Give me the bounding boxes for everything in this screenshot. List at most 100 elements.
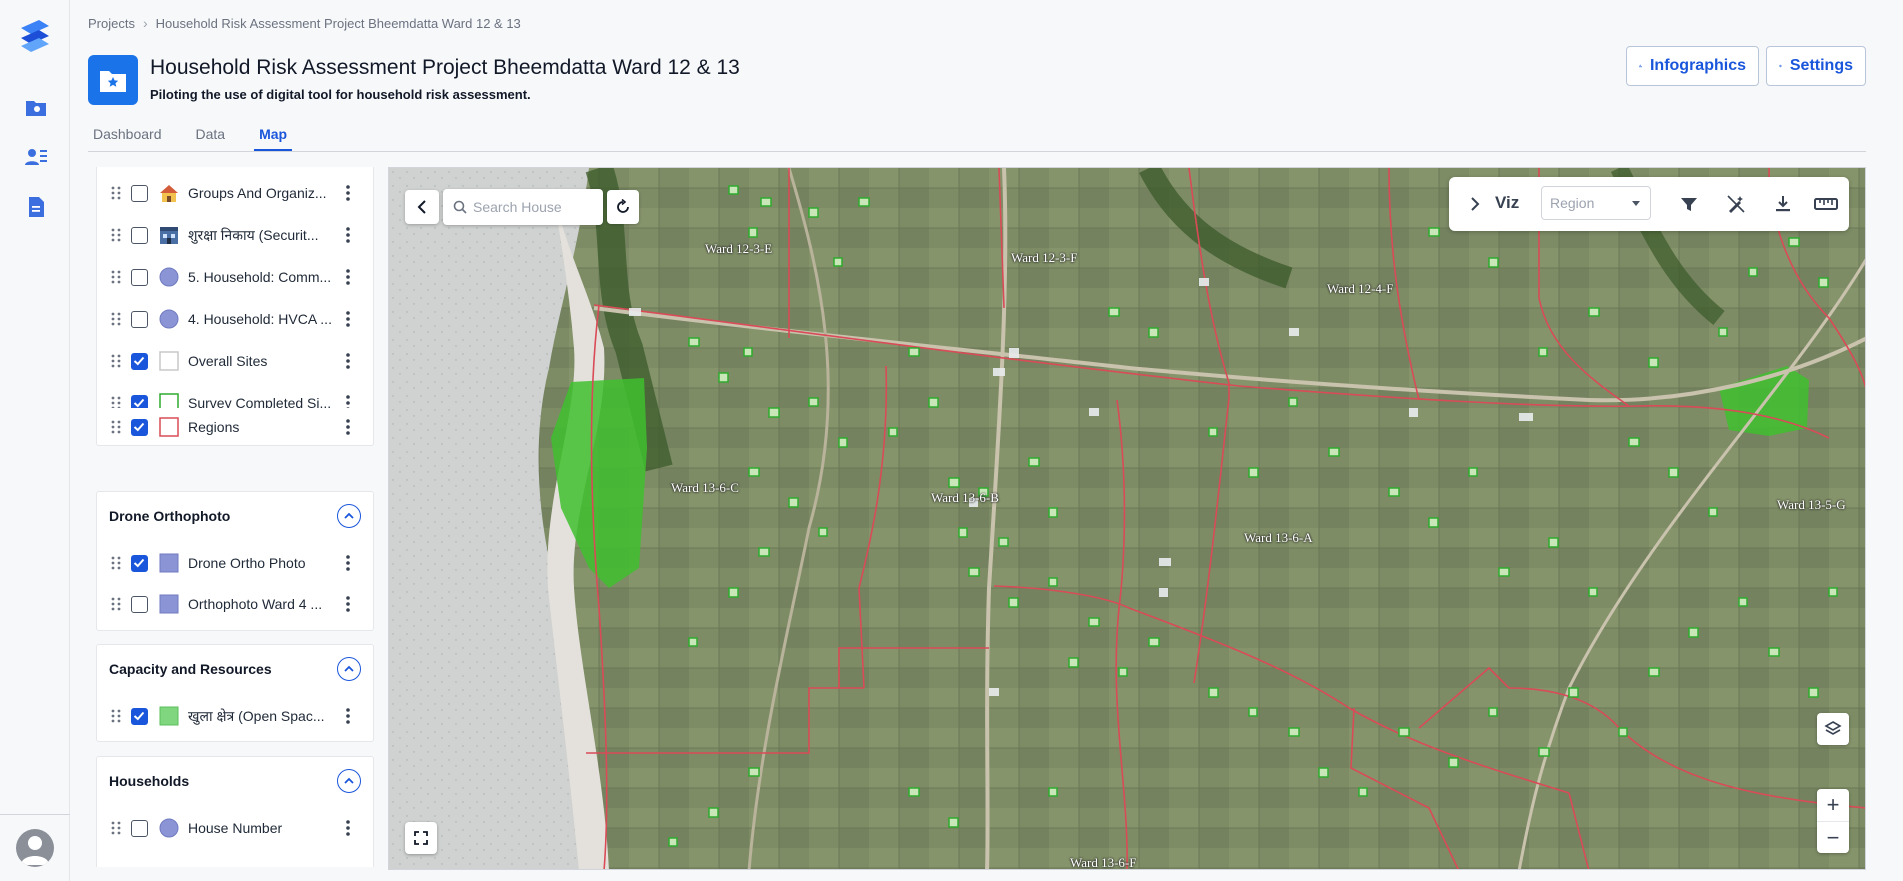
drag-handle-icon[interactable] bbox=[111, 312, 121, 326]
more-vert-icon[interactable] bbox=[345, 819, 351, 837]
projects-folder-icon[interactable] bbox=[24, 96, 48, 120]
layer-checkbox[interactable] bbox=[131, 268, 148, 286]
drone-orthophoto-card: Drone Orthophoto Drone Ortho Photo Ortho… bbox=[96, 491, 374, 631]
drag-handle-icon[interactable] bbox=[111, 228, 121, 242]
orthophoto-basemap bbox=[389, 168, 1865, 869]
more-vert-icon[interactable] bbox=[345, 184, 351, 202]
zoom-out-button[interactable]: − bbox=[1817, 821, 1849, 853]
more-vert-icon[interactable] bbox=[345, 554, 351, 572]
document-icon[interactable] bbox=[24, 195, 48, 219]
layer-checkbox-checked[interactable] bbox=[131, 352, 148, 370]
drag-handle-icon[interactable] bbox=[111, 420, 121, 434]
drag-handle-icon[interactable] bbox=[111, 354, 121, 368]
search-icon bbox=[453, 200, 467, 214]
map-canvas[interactable]: Ward 12-3-E Ward 12-3-F Ward 12-4-F Ward… bbox=[388, 167, 1866, 870]
viz-select-value: Region bbox=[1550, 195, 1595, 211]
drag-handle-icon[interactable] bbox=[111, 270, 121, 284]
layer-checkbox[interactable] bbox=[131, 226, 148, 244]
download-icon[interactable] bbox=[1772, 193, 1794, 215]
layer-checkbox[interactable] bbox=[131, 819, 148, 837]
drag-handle-icon[interactable] bbox=[111, 186, 121, 200]
drag-handle-icon[interactable] bbox=[111, 597, 121, 611]
layer-row: शुरक्षा निकाय (Securit... bbox=[97, 220, 374, 250]
tab-data[interactable]: Data bbox=[191, 124, 231, 151]
ward-label: Ward 13-5-G bbox=[1777, 497, 1846, 512]
chevron-up-icon bbox=[344, 512, 354, 519]
more-vert-icon[interactable] bbox=[345, 707, 351, 725]
collapse-panel-button[interactable] bbox=[405, 190, 439, 224]
users-list-icon[interactable] bbox=[24, 145, 48, 169]
layer-row: 4. Household: HVCA ... bbox=[97, 304, 374, 334]
tab-map[interactable]: Map bbox=[254, 124, 293, 151]
breadcrumb: Projects › Household Risk Assessment Pro… bbox=[88, 15, 521, 31]
check-icon bbox=[133, 422, 145, 431]
search-input[interactable] bbox=[473, 199, 593, 215]
collapse-button[interactable] bbox=[337, 657, 361, 681]
circle-symbol-icon bbox=[159, 267, 179, 287]
infographics-label: Infographics bbox=[1649, 57, 1746, 74]
more-vert-icon[interactable] bbox=[345, 418, 351, 436]
ruler-measure-icon[interactable] bbox=[1813, 193, 1839, 215]
layer-label: 4. Household: HVCA ... bbox=[188, 311, 332, 327]
chevron-left-icon bbox=[417, 200, 426, 214]
magic-edit-icon[interactable] bbox=[1725, 193, 1747, 215]
chevron-up-icon bbox=[344, 777, 354, 784]
layer-checkbox[interactable] bbox=[131, 595, 148, 613]
infographics-button[interactable]: Infographics bbox=[1626, 46, 1759, 86]
user-avatar[interactable] bbox=[16, 829, 54, 867]
zoom-in-button[interactable]: + bbox=[1817, 789, 1849, 821]
fullscreen-button[interactable] bbox=[405, 822, 437, 854]
police-station-icon bbox=[160, 227, 178, 244]
layer-row: Drone Ortho Photo bbox=[97, 548, 374, 578]
layer-group-card: Groups And Organiz... शुरक्षा निकाय (Sec… bbox=[96, 167, 374, 446]
app-logo-icon[interactable] bbox=[15, 18, 55, 54]
layer-label: Drone Ortho Photo bbox=[188, 555, 306, 571]
tab-dashboard[interactable]: Dashboard bbox=[88, 124, 167, 151]
more-vert-icon[interactable] bbox=[345, 268, 351, 286]
group-title: Drone Orthophoto bbox=[109, 508, 231, 524]
zoom-controls: + − bbox=[1817, 789, 1849, 853]
ward-label: Ward 12-3-E bbox=[705, 241, 773, 256]
ward-label: Ward 13-6-A bbox=[1244, 530, 1313, 545]
viz-region-select[interactable]: Region bbox=[1541, 186, 1651, 220]
dropdown-caret-icon bbox=[1632, 201, 1640, 206]
layer-label: 5. Household: Comm... bbox=[188, 269, 332, 285]
chevron-right-icon[interactable] bbox=[1467, 195, 1483, 213]
layer-checkbox-checked[interactable] bbox=[131, 554, 148, 572]
check-icon bbox=[133, 711, 145, 720]
square-outline-symbol-icon bbox=[159, 351, 179, 371]
collapse-button[interactable] bbox=[337, 504, 361, 528]
group-title: Households bbox=[109, 773, 190, 789]
layer-row: खुला क्षेत्र (Open Spac... bbox=[97, 701, 374, 731]
house-icon bbox=[160, 185, 178, 202]
layer-group-card-end: Regions bbox=[96, 408, 374, 446]
filter-icon[interactable] bbox=[1678, 193, 1700, 215]
layer-checkbox[interactable] bbox=[131, 310, 148, 328]
drag-handle-icon[interactable] bbox=[111, 821, 121, 835]
house-search-box[interactable] bbox=[443, 189, 603, 225]
layer-label: शुरक्षा निकाय (Securit... bbox=[188, 226, 319, 243]
layer-checkbox-checked[interactable] bbox=[131, 418, 148, 436]
settings-button[interactable]: Settings bbox=[1766, 46, 1866, 86]
layer-checkbox-checked[interactable] bbox=[131, 707, 148, 725]
layer-switcher-button[interactable] bbox=[1817, 713, 1849, 745]
layer-checkbox[interactable] bbox=[131, 184, 148, 202]
drag-handle-icon[interactable] bbox=[111, 709, 121, 723]
layer-label: House Number bbox=[188, 820, 283, 836]
drag-handle-icon[interactable] bbox=[111, 556, 121, 570]
chevron-right-icon: › bbox=[142, 15, 148, 31]
more-vert-icon[interactable] bbox=[345, 226, 351, 244]
person-icon bbox=[21, 836, 49, 865]
viz-toolbar: Viz Region bbox=[1449, 177, 1849, 231]
more-vert-icon[interactable] bbox=[345, 310, 351, 328]
households-card: Households House Number bbox=[96, 756, 374, 867]
collapse-button[interactable] bbox=[337, 769, 361, 793]
more-vert-icon[interactable] bbox=[345, 352, 351, 370]
more-vert-icon[interactable] bbox=[345, 595, 351, 613]
square-outline-symbol-icon bbox=[159, 417, 179, 437]
group-title: Capacity and Resources bbox=[109, 661, 272, 677]
breadcrumb-projects-link[interactable]: Projects bbox=[88, 16, 135, 31]
reset-button[interactable] bbox=[607, 190, 639, 224]
ward-label: Ward 12-3-F bbox=[1011, 250, 1078, 265]
layer-label: Overall Sites bbox=[188, 353, 268, 369]
